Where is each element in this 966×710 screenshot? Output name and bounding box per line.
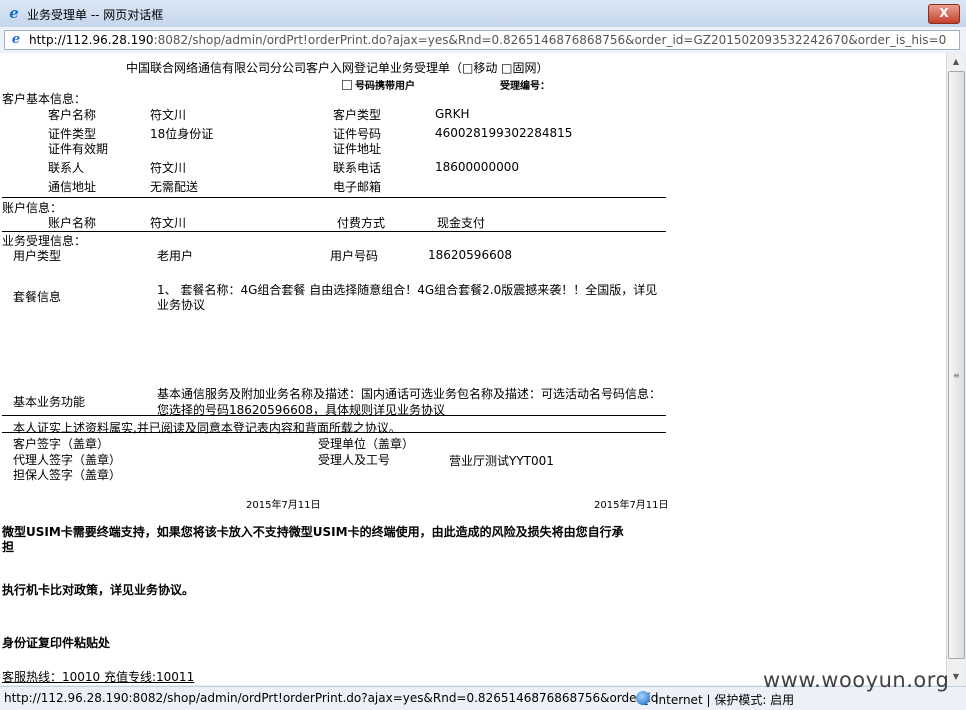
address-bar: e http://112.96.28.190:8082/shop/admin/o… <box>0 27 966 52</box>
vertical-scrollbar[interactable]: ▲ ≡ ▼ <box>946 53 965 685</box>
document-content: 中国联合网络通信有限公司分公司客户入网登记单业务受理单（□移动 □固网） 号码携… <box>0 53 946 685</box>
customer-section-title: 客户基本信息： <box>2 92 87 106</box>
status-url: http://112.96.28.190:8082/shop/admin/ord… <box>4 691 659 705</box>
divider <box>2 231 666 232</box>
guarantor-sign-label: 担保人签字（盖章） <box>13 468 122 482</box>
divider <box>2 432 666 433</box>
basic-function-label: 基本业务功能 <box>13 395 86 409</box>
package-line-2: 业务协议 <box>157 298 206 312</box>
hotline-text: 客服热线：10010 充值专线:10011 <box>2 670 195 684</box>
handler-value: 营业厅测试YYT001 <box>449 454 554 468</box>
contact-value: 符文川 <box>150 161 187 175</box>
date-right: 2015年7月11日 <box>594 500 669 511</box>
customer-sign-label: 客户签字（盖章） <box>13 437 110 451</box>
contact-label: 联系人 <box>48 161 85 175</box>
watermark: www.wooyun.org <box>763 668 950 692</box>
scroll-down-arrow-icon[interactable]: ▼ <box>947 668 965 685</box>
security-zone: Internet | 保护模式: 启用 <box>655 693 795 707</box>
id-type-value: 18位身份证 <box>150 127 214 141</box>
window-titlebar: e 业务受理单 -- 网页对话框 X <box>0 0 966 28</box>
user-type-label: 用户类型 <box>13 249 62 263</box>
customer-name-label: 客户名称 <box>48 108 97 122</box>
grip-icon: ≡ <box>953 371 960 380</box>
id-validity-label: 证件有效期 <box>48 142 109 156</box>
mail-address-value: 无需配送 <box>150 180 199 194</box>
pay-method-label: 付费方式 <box>337 216 386 230</box>
customer-name-value: 符文川 <box>150 108 187 122</box>
package-label: 套餐信息 <box>13 290 62 304</box>
id-number-value: 460028199302284815 <box>435 126 573 140</box>
user-number-value: 18620596608 <box>428 248 512 262</box>
globe-icon <box>636 691 650 705</box>
customer-type-value: GRKH <box>435 107 470 121</box>
usim-note-line-2: 担 <box>2 540 15 554</box>
portable-user-option[interactable]: 号码携带用户 <box>342 77 415 92</box>
checkbox-icon <box>342 80 352 90</box>
divider <box>2 415 666 416</box>
customer-type-label: 客户类型 <box>333 108 382 122</box>
id-copy-area-label: 身份证复印件粘贴处 <box>2 636 111 650</box>
scroll-thumb[interactable]: ≡ <box>948 71 965 659</box>
form-header: 中国联合网络通信有限公司分公司客户入网登记单业务受理单（□移动 □固网） <box>126 61 549 75</box>
address-field[interactable]: e http://112.96.28.190:8082/shop/admin/o… <box>4 30 960 50</box>
package-line-1: 1、 套餐名称：4G组合套餐 自由选择随意组合！4G组合套餐2.0版震撼来袭！！… <box>157 283 658 297</box>
user-type-value: 老用户 <box>157 249 194 263</box>
scroll-up-arrow-icon[interactable]: ▲ <box>947 53 965 70</box>
declaration-text: 本人证实上述资料属实,并已阅读及同意本登记表内容和背面所载之协议。 <box>13 421 401 435</box>
accept-unit-label: 受理单位（盖章） <box>318 437 415 451</box>
account-name-value: 符文川 <box>150 216 187 230</box>
phone-value: 18600000000 <box>435 160 519 174</box>
address-url: http://112.96.28.190:8082/shop/admin/ord… <box>29 33 947 47</box>
mail-address-label: 通信地址 <box>48 180 97 194</box>
page-icon: e <box>11 32 21 47</box>
usim-note-line-1: 微型USIM卡需要终端支持，如果您将该卡放入不支持微型USIM卡的终端使用，由此… <box>2 525 624 539</box>
close-button[interactable]: X <box>928 4 960 24</box>
id-address-label: 证件地址 <box>333 142 382 156</box>
user-number-label: 用户号码 <box>330 249 379 263</box>
divider <box>2 197 666 198</box>
handler-label: 受理人及工号 <box>318 453 391 467</box>
ie-icon: e <box>9 4 19 22</box>
date-left: 2015年7月11日 <box>246 500 321 511</box>
window-title: 业务受理单 -- 网页对话框 <box>27 8 164 22</box>
account-name-label: 账户名称 <box>48 216 97 230</box>
card-policy-note: 执行机卡比对政策，详见业务协议。 <box>2 583 195 597</box>
accept-number-label: 受理编号： <box>500 81 550 92</box>
basic-function-line-1: 基本通信服务及附加业务名称及描述：国内通话可选业务包名称及描述：可选活动名号码信… <box>157 387 662 401</box>
pay-method-value: 现金支付 <box>437 216 486 230</box>
email-label: 电子邮箱 <box>333 180 382 194</box>
phone-label: 联系电话 <box>333 161 382 175</box>
